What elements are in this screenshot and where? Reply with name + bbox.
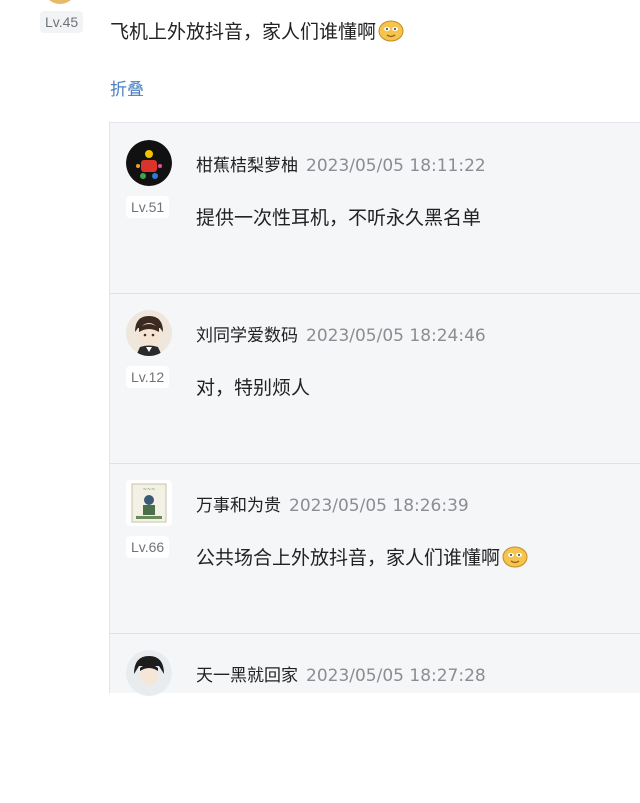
avatar[interactable] [126, 650, 172, 696]
username[interactable]: 刘同学爱数码 [196, 326, 298, 346]
comment-text: 飞机上外放抖音，家人们谁懂啊 [110, 17, 404, 44]
timestamp: 2023/05/05 18:26:39 [289, 496, 469, 516]
reply-text: 提供一次性耳机，不听永久黑名单 [196, 207, 482, 229]
level-badge: Lv.51 [126, 196, 170, 218]
fold-button[interactable]: 折叠 [110, 75, 144, 100]
timestamp: 2023/05/05 18:11:22 [306, 156, 486, 176]
comment-text-content: 飞机上外放抖音，家人们谁懂啊 [110, 21, 377, 43]
reply-text: 对，特别烦人 [196, 377, 311, 399]
reply-text-content: 公共场合上外放抖音，家人们谁懂啊 [196, 547, 501, 569]
timestamp: 2023/05/05 18:27:28 [306, 666, 486, 686]
doge-emoji-icon [378, 20, 404, 42]
doge-emoji-icon [502, 546, 528, 568]
level-badge: Lv.12 [126, 366, 170, 388]
svg-text:~~~: ~~~ [143, 487, 156, 493]
avatar[interactable]: ~~~ [126, 480, 172, 526]
reply-header: 万事和为贵 2023/05/05 18:26:39 [196, 491, 469, 516]
list-item: ~~~ Lv.66 万事和为贵 2023/05/05 18:26:39 公共场合上… [110, 463, 640, 634]
reply-list: Lv.51 柑蕉桔梨萝柚 2023/05/05 18:11:22 提供一次性耳机，… [109, 122, 640, 696]
reply-header: 天一黑就回家 2023/05/05 18:27:28 [196, 661, 486, 686]
avatar[interactable] [126, 310, 172, 356]
reply-header: 刘同学爱数码 2023/05/05 18:24:46 [196, 321, 486, 346]
list-item: Lv.51 柑蕉桔梨萝柚 2023/05/05 18:11:22 提供一次性耳机，… [110, 123, 640, 294]
level-badge: Lv.66 [126, 536, 170, 558]
username[interactable]: 天一黑就回家 [196, 666, 298, 686]
reply-text: 公共场合上外放抖音，家人们谁懂啊 [196, 543, 528, 570]
list-item: Lv.12 刘同学爱数码 2023/05/05 18:24:46 对，特别烦人 [110, 293, 640, 464]
reply-header: 柑蕉桔梨萝柚 2023/05/05 18:11:22 [196, 151, 486, 176]
avatar[interactable] [126, 140, 172, 186]
username[interactable]: 万事和为贵 [196, 496, 281, 516]
timestamp: 2023/05/05 18:24:46 [306, 326, 486, 346]
list-item: 天一黑就回家 2023/05/05 18:27:28 [110, 633, 640, 803]
level-badge: Lv.45 [40, 11, 84, 33]
avatar[interactable] [46, 0, 74, 4]
username[interactable]: 柑蕉桔梨萝柚 [196, 156, 298, 176]
